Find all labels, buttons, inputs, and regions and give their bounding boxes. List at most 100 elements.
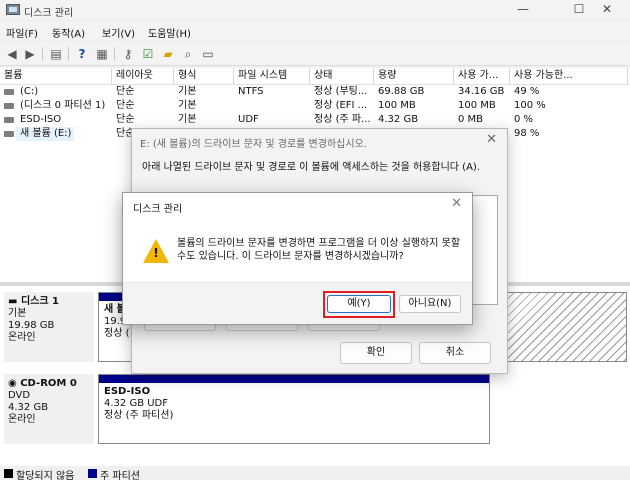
cell-layout: 단순 bbox=[116, 86, 135, 97]
cell-capacity: 69.88 GB bbox=[378, 86, 425, 97]
unallocated-swatch bbox=[4, 469, 13, 478]
help-icon[interactable]: ? bbox=[74, 46, 90, 62]
menu-file[interactable]: 파일(F) bbox=[6, 25, 38, 40]
table-row[interactable]: (C:) 단순 기본 NTFS 정상 (부팅... 69.88 GB 34.16… bbox=[0, 85, 630, 99]
table-row[interactable]: ESD-ISO 단순 기본 UDF 정상 (주 파... 4.32 GB 0 M… bbox=[0, 113, 630, 127]
minimize-button[interactable]: — bbox=[500, 0, 546, 20]
back-icon[interactable]: ◀ bbox=[4, 46, 20, 62]
key-icon[interactable]: ⚷ bbox=[120, 46, 136, 62]
toolbar-separator bbox=[42, 47, 43, 61]
dialog-description: 아래 나열된 드라이브 문자 및 경로로 이 볼륨에 액세스하는 것을 허용합니… bbox=[142, 162, 480, 173]
menu-view[interactable]: 보기(V) bbox=[102, 25, 135, 40]
cdrom-0-name: ◉ CD-ROM 0 bbox=[8, 378, 77, 389]
cell-free-space: 0 MB bbox=[458, 114, 484, 125]
cell-capacity: 100 MB bbox=[378, 100, 416, 111]
disk-icon: ▬ bbox=[8, 296, 21, 307]
unallocated-space[interactable] bbox=[505, 292, 627, 362]
search-icon[interactable]: ⌕ bbox=[180, 46, 196, 62]
cdrom-0-status: 온라인 bbox=[8, 414, 36, 425]
no-button[interactable]: 아니요(N) bbox=[399, 295, 461, 313]
drive-icon bbox=[4, 103, 14, 109]
column-free-space[interactable]: 사용 가... bbox=[454, 68, 510, 84]
cell-percent-free: 0 % bbox=[514, 114, 534, 125]
primary-swatch bbox=[88, 469, 97, 478]
cell-volume: (C:) bbox=[20, 86, 39, 97]
column-filesystem[interactable]: 파일 시스템 bbox=[234, 68, 310, 84]
drive-icon bbox=[4, 117, 14, 123]
cell-volume: 새 볼륨 (E:) bbox=[16, 127, 74, 141]
cell-filesystem: UDF bbox=[238, 114, 259, 125]
title-bar: 디스크 관리 — ☐ ✕ bbox=[0, 0, 630, 20]
disk-management-icon bbox=[6, 4, 20, 15]
warning-exclamation: ! bbox=[153, 246, 159, 260]
folder-icon[interactable]: ▰ bbox=[160, 46, 176, 62]
volume-list-header: 볼륨 레이아웃 형식 파일 시스템 상태 용량 사용 가... 사용 가능한..… bbox=[0, 68, 630, 85]
cell-filesystem bbox=[234, 99, 310, 113]
cdrom-0-size: 4.32 GB bbox=[8, 402, 49, 413]
disk-1-label[interactable]: ▬ 디스크 1 기본 19.98 GB 온라인 bbox=[4, 292, 94, 362]
confirm-dialog-title: 디스크 관리 bbox=[133, 204, 183, 215]
cell-volume: ESD-ISO bbox=[20, 114, 62, 125]
cdrom-0-label[interactable]: ◉ CD-ROM 0 DVD 4.32 GB 온라인 bbox=[4, 374, 94, 444]
cell-free-space: 34.16 GB bbox=[458, 86, 505, 97]
cdrom-0-type: DVD bbox=[8, 390, 31, 401]
cell-free-space: 100 MB bbox=[458, 100, 496, 111]
cell-type: 기본 bbox=[178, 86, 197, 97]
confirm-dialog: 디스크 관리 ✕ ! 볼륨의 드라이브 문자를 변경하면 프로그램을 더 이상 … bbox=[122, 192, 473, 325]
disk-1-size: 19.98 GB bbox=[8, 320, 55, 331]
cell-status: 정상 (EFI ... bbox=[314, 100, 368, 111]
dialog-title: E: (새 볼륨)의 드라이브 문자 및 경로를 변경하십시오. bbox=[140, 139, 367, 150]
window-title: 디스크 관리 bbox=[24, 8, 74, 19]
column-percent-free[interactable]: 사용 가능한... bbox=[510, 68, 628, 84]
cell-capacity: 4.32 GB bbox=[378, 114, 419, 125]
check-icon[interactable]: ☑ bbox=[140, 46, 156, 62]
legend-primary: 주 파티션 bbox=[100, 471, 140, 480]
cell-type: 기본 bbox=[178, 100, 197, 111]
cdrom-0-partition[interactable]: ESD-ISO 4.32 GB UDF 정상 (주 파티션) bbox=[98, 374, 490, 444]
partition-size: 4.32 GB UDF bbox=[104, 398, 169, 409]
confirm-message: 볼륨의 드라이브 문자를 변경하면 프로그램을 더 이상 실행하지 못할 수도 … bbox=[177, 238, 461, 262]
cell-percent-free: 100 % bbox=[514, 100, 546, 111]
toolbar-separator bbox=[68, 47, 69, 61]
column-layout[interactable]: 레이아웃 bbox=[112, 68, 174, 84]
ok-button[interactable]: 확인 bbox=[340, 342, 412, 364]
cdrom-icon: ◉ bbox=[8, 378, 21, 389]
cell-layout: 단순 bbox=[116, 114, 135, 125]
table-row[interactable]: (디스크 0 파티션 1) 단순 기본 정상 (EFI ... 100 MB 1… bbox=[0, 99, 630, 113]
list-icon[interactable]: ▤ bbox=[48, 46, 64, 62]
cell-type: 기본 bbox=[178, 114, 197, 125]
drive-icon bbox=[4, 89, 14, 95]
close-button[interactable]: ✕ bbox=[584, 0, 630, 20]
cell-filesystem: NTFS bbox=[238, 86, 264, 97]
cell-volume: (디스크 0 파티션 1) bbox=[20, 100, 106, 111]
legend: 할당되지 않음 주 파티션 bbox=[0, 466, 630, 480]
cell-status: 정상 (부팅... bbox=[314, 86, 368, 97]
close-icon[interactable]: ✕ bbox=[486, 132, 497, 147]
toolbar-separator bbox=[114, 47, 115, 61]
column-type[interactable]: 형식 bbox=[174, 68, 234, 84]
forward-icon[interactable]: ▶ bbox=[22, 46, 38, 62]
grid-icon[interactable]: ▦ bbox=[94, 46, 110, 62]
toolbar: ◀ ▶ ▤ ? ▦ ⚷ ☑ ▰ ⌕ ▭ bbox=[0, 42, 630, 66]
column-status[interactable]: 상태 bbox=[310, 68, 374, 84]
column-capacity[interactable]: 용량 bbox=[374, 68, 454, 84]
menu-help[interactable]: 도움말(H) bbox=[148, 25, 191, 40]
cell-percent-free: 98 % bbox=[514, 128, 540, 139]
partition-color-bar bbox=[99, 375, 489, 383]
legend-unallocated: 할당되지 않음 bbox=[16, 471, 75, 480]
properties-icon[interactable]: ▭ bbox=[200, 46, 216, 62]
cell-layout: 단순 bbox=[116, 100, 135, 111]
disk-1-status: 온라인 bbox=[8, 332, 36, 343]
cell-percent-free: 49 % bbox=[514, 86, 540, 97]
menu-action[interactable]: 동작(A) bbox=[52, 25, 85, 40]
yes-button[interactable]: 예(Y) bbox=[327, 295, 391, 313]
close-icon[interactable]: ✕ bbox=[451, 196, 462, 211]
drive-icon bbox=[4, 131, 14, 137]
cancel-button[interactable]: 취소 bbox=[419, 342, 491, 364]
partition-name: ESD-ISO bbox=[104, 386, 151, 397]
column-volume[interactable]: 볼륨 bbox=[0, 68, 112, 84]
menu-bar: 파일(F) 동작(A) 보기(V) 도움말(H) bbox=[0, 22, 630, 40]
partition-status: 정상 (주 파티션) bbox=[104, 410, 174, 421]
disk-1-type: 기본 bbox=[8, 308, 27, 319]
cell-status: 정상 (주 파... bbox=[314, 114, 371, 125]
